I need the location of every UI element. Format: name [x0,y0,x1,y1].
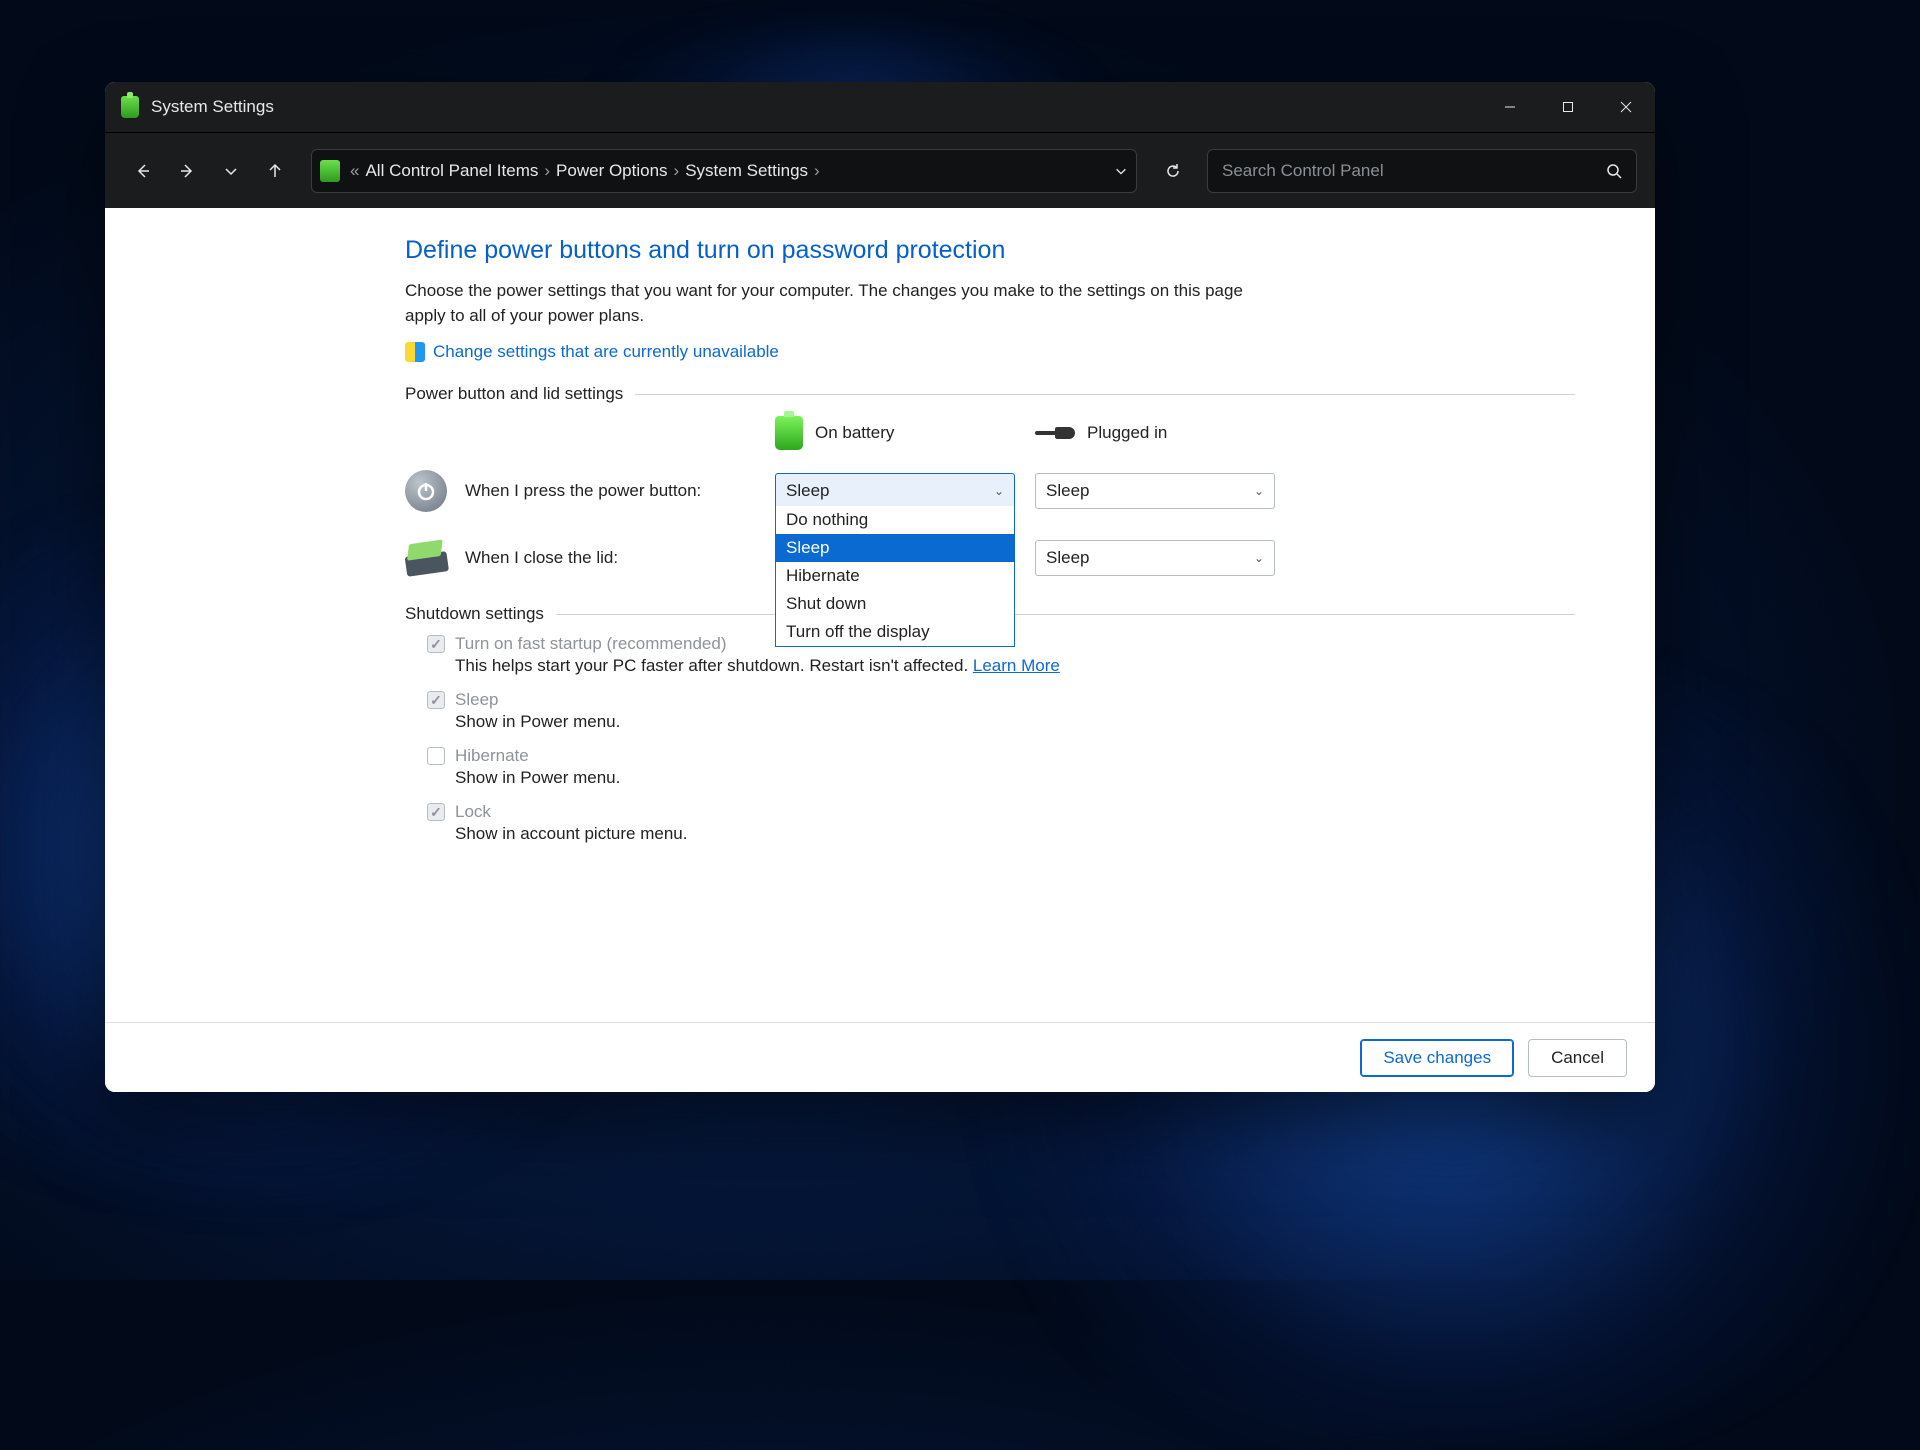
chevron-down-icon: ⌄ [1254,551,1264,565]
refresh-button[interactable] [1153,151,1193,191]
shutdown-settings-list: Turn on fast startup (recommended)This h… [405,634,1575,844]
dropdown-option[interactable]: Do nothing [776,506,1014,534]
battery-icon [775,416,803,450]
dropdown-option[interactable]: Hibernate [776,562,1014,590]
content-area: Define power buttons and turn on passwor… [105,208,1655,1022]
checkbox[interactable] [427,691,445,709]
dropdown-option[interactable]: Shut down [776,590,1014,618]
breadcrumb-item[interactable]: Power Options [556,161,668,181]
chevron-right-icon: › [674,161,680,181]
shutdown-setting-item: LockShow in account picture menu. [427,802,1575,844]
cancel-button[interactable]: Cancel [1528,1039,1627,1077]
dropdown-option[interactable]: Turn off the display [776,618,1014,646]
app-icon [121,96,139,118]
chevron-down-icon: ⌄ [994,484,1004,498]
power-button-plugged-select[interactable]: Sleep⌄ [1035,473,1275,509]
change-settings-link[interactable]: Change settings that are currently unava… [433,342,779,362]
dropdown-option[interactable]: Sleep [776,534,1014,562]
chevron-down-icon[interactable] [1114,164,1128,178]
checkbox-label: Hibernate [455,746,529,766]
power-icon [405,470,447,512]
search-box[interactable] [1207,149,1637,193]
titlebar: System Settings [105,82,1655,132]
chevron-down-icon: ⌄ [1254,484,1264,498]
chevron-right-icon: › [544,161,550,181]
page-description: Choose the power settings that you want … [405,279,1285,328]
checkbox[interactable] [427,635,445,653]
power-button-battery-dropdown[interactable]: Do nothingSleepHibernateShut downTurn of… [775,506,1015,647]
close-lid-plugged-select[interactable]: Sleep⌄ [1035,540,1275,576]
section-power-settings: Power button and lid settings [405,384,1575,404]
window-title: System Settings [151,97,274,117]
checkbox[interactable] [427,803,445,821]
plugged-in-column: Plugged in [1035,423,1295,443]
footer: Save changes Cancel [105,1022,1655,1092]
shutdown-setting-item: HibernateShow in Power menu. [427,746,1575,788]
checkbox-description: Show in account picture menu. [455,824,1575,844]
forward-button[interactable] [167,151,207,191]
minimize-button[interactable] [1481,82,1539,132]
save-changes-button[interactable]: Save changes [1360,1039,1514,1077]
checkbox-description: Show in Power menu. [455,712,1575,732]
breadcrumb-item[interactable]: System Settings [685,161,808,181]
window: System Settings « All Control Panel Item… [105,82,1655,1092]
up-button[interactable] [255,151,295,191]
power-button-row: When I press the power button: Sleep⌄ Sl… [405,470,1575,512]
page-heading: Define power buttons and turn on passwor… [405,236,1575,265]
search-input[interactable] [1222,161,1606,181]
column-headers: On battery Plugged in [405,416,1575,450]
address-icon [320,160,340,182]
laptop-lid-icon [403,540,449,578]
recent-dropdown-button[interactable] [211,151,251,191]
address-bar[interactable]: « All Control Panel Items › Power Option… [311,149,1137,193]
power-button-battery-select[interactable]: Sleep⌄ [775,473,1015,509]
checkbox-label: Turn on fast startup (recommended) [455,634,727,654]
on-battery-column: On battery [775,416,1035,450]
checkbox-label: Sleep [455,690,498,710]
plug-icon [1035,424,1075,442]
checkbox-description: Show in Power menu. [455,768,1575,788]
maximize-button[interactable] [1539,82,1597,132]
checkbox-label: Lock [455,802,491,822]
toolbar: « All Control Panel Items › Power Option… [105,132,1655,208]
search-icon [1606,163,1622,179]
power-button-label: When I press the power button: [465,481,701,501]
checkbox[interactable] [427,747,445,765]
window-buttons [1481,82,1655,132]
shutdown-setting-item: SleepShow in Power menu. [427,690,1575,732]
breadcrumb-prefix: « [350,161,359,181]
back-button[interactable] [123,151,163,191]
learn-more-link[interactable]: Learn More [973,656,1060,675]
breadcrumb-item[interactable]: All Control Panel Items [365,161,538,181]
checkbox-description: This helps start your PC faster after sh… [455,656,1575,676]
shield-icon [405,342,425,362]
close-button[interactable] [1597,82,1655,132]
close-lid-label: When I close the lid: [465,548,618,568]
chevron-right-icon: › [814,161,820,181]
